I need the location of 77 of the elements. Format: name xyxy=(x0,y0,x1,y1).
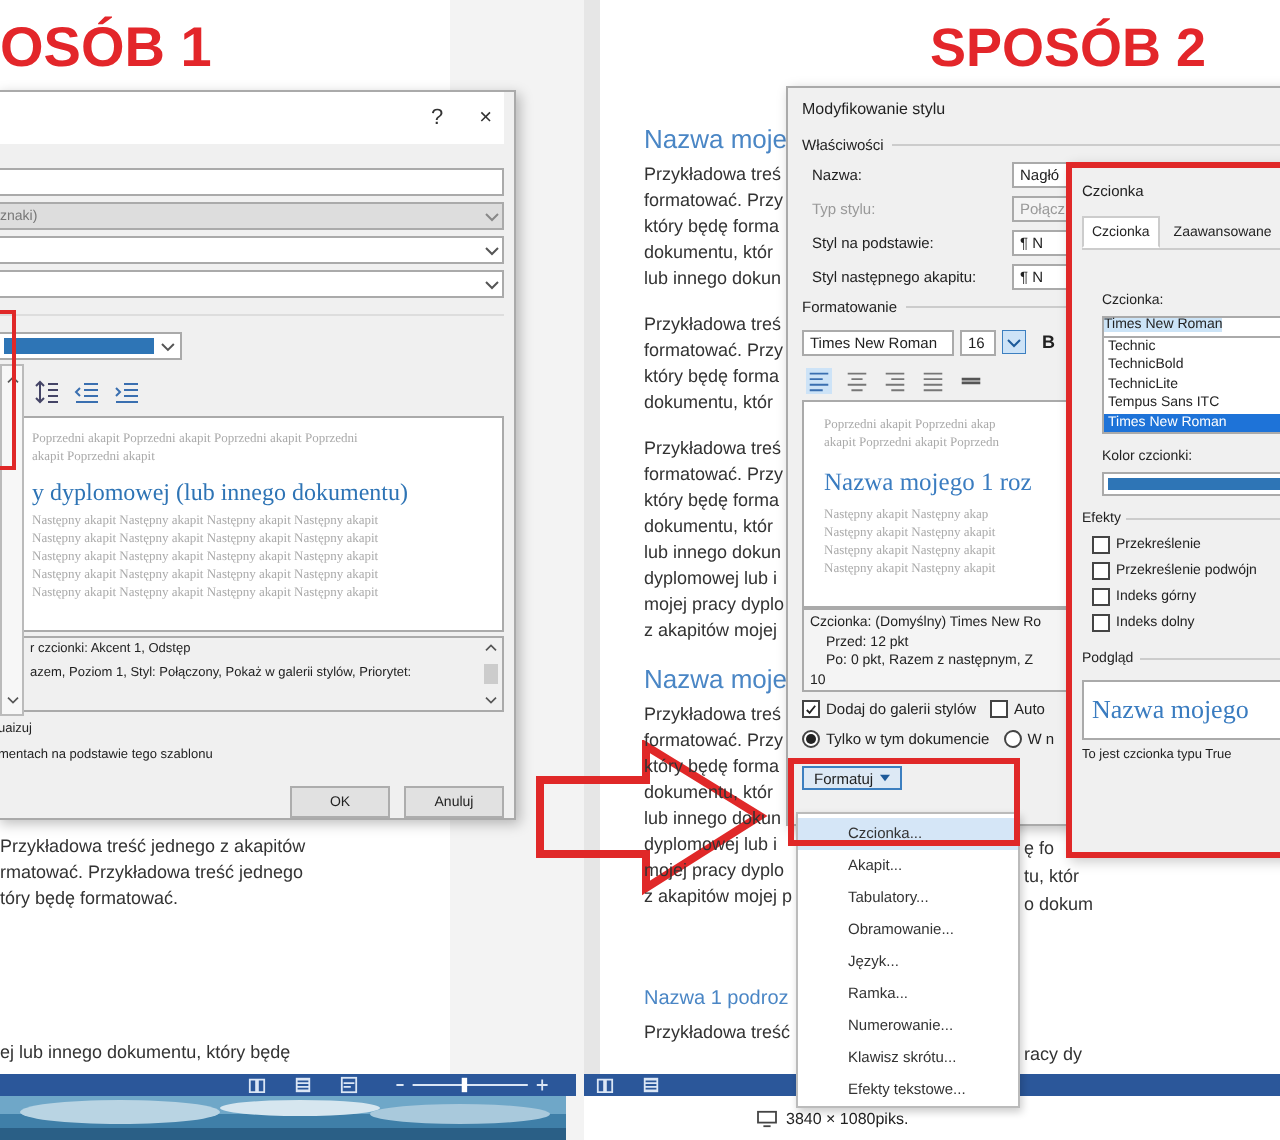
document-text: racy dy xyxy=(1024,1042,1083,1068)
document-text: Przykładowa treś xyxy=(644,162,784,188)
document-text: ej lub innego dokumentu, który będę xyxy=(0,1040,291,1066)
scroll-down-icon[interactable] xyxy=(484,696,498,706)
align-left-icon[interactable] xyxy=(806,367,832,393)
document-text: Przykładowa treś xyxy=(644,436,784,462)
monitor-icon xyxy=(756,1109,778,1127)
document-text: tu, któr xyxy=(1024,864,1080,890)
preview-heading: y dyplomowej (lub innego dokumentu) xyxy=(32,478,410,508)
chevron-icon xyxy=(160,338,176,354)
align-right-icon[interactable] xyxy=(882,367,908,393)
document-heading: Nazwa moje xyxy=(644,664,790,696)
align-center-icon[interactable] xyxy=(844,367,870,393)
document-text: formatować. Przy xyxy=(644,462,786,488)
scroll-up-icon[interactable] xyxy=(484,642,498,652)
color-dropdown[interactable] xyxy=(0,332,182,360)
input-field[interactable] xyxy=(0,168,504,196)
line-spacing-icon[interactable] xyxy=(34,380,58,404)
book-icon[interactable] xyxy=(596,1076,614,1094)
document-text: rmatować. Przykładowa treść jednego xyxy=(0,860,306,886)
document-text: Przykładowa treś xyxy=(644,312,784,338)
document-text: dyplomowej lub i xyxy=(644,566,780,592)
dropdown-list[interactable] xyxy=(0,364,24,716)
image-size-text: 3840 × 1080piks. xyxy=(786,1109,909,1127)
help-button[interactable]: ? xyxy=(430,106,444,130)
checkbox[interactable] xyxy=(990,700,1009,718)
checkbox[interactable] xyxy=(1092,614,1110,633)
document-text: Przykładowa treść xyxy=(644,1020,793,1046)
checkbox[interactable] xyxy=(1092,562,1110,581)
chevron-icon[interactable] xyxy=(1002,330,1026,354)
chevron-icon xyxy=(484,208,500,224)
caret-icon xyxy=(879,774,890,782)
book-icon[interactable] xyxy=(248,1076,266,1094)
decrease-indent-icon[interactable] xyxy=(74,380,98,404)
scroll-down-icon[interactable] xyxy=(5,696,19,706)
document-text: formatować. Przy xyxy=(644,728,786,754)
page-icon[interactable] xyxy=(642,1076,660,1094)
document-text: formatować. Przy xyxy=(644,188,786,214)
web-layout-icon[interactable] xyxy=(340,1076,358,1094)
document-text: który będę forma xyxy=(644,214,782,240)
checkbox[interactable] xyxy=(802,700,820,718)
document-text: z akapitów mojej xyxy=(644,618,780,644)
chevron-icon xyxy=(484,276,500,292)
document-heading: Nazwa moje xyxy=(644,124,790,156)
document-text: ę fo xyxy=(1024,836,1055,862)
radio-button[interactable] xyxy=(802,730,820,748)
preview-heading: Nazwa mojego 1 roz xyxy=(824,468,1032,498)
document-text: z akapitów mojej p xyxy=(644,884,793,910)
increase-indent-icon[interactable] xyxy=(114,380,138,404)
document-text: lub innego dokun xyxy=(644,266,784,292)
document-text: dokumentu, któr xyxy=(644,390,776,416)
page-icon[interactable] xyxy=(294,1076,312,1094)
document-text: tóry będę formatować. xyxy=(0,886,181,912)
document-text: Przykładowa treść jednego z akapitów xyxy=(0,834,306,860)
document-text: mojej pracy dyplo xyxy=(644,592,787,618)
radio-button[interactable] xyxy=(1003,730,1022,748)
heading: SPOSÓB 2 xyxy=(930,16,1207,80)
checkbox[interactable] xyxy=(1092,536,1110,555)
document-text: który będę forma xyxy=(644,488,782,514)
close-button[interactable]: × xyxy=(479,106,492,130)
color-dropdown[interactable] xyxy=(1102,472,1280,497)
document-text: dokumentu, któr xyxy=(644,240,776,266)
bold-button[interactable]: B xyxy=(1042,332,1055,352)
heading: OSÓB 1 xyxy=(0,16,212,80)
chevron-icon xyxy=(484,242,500,258)
document-text: o dokum xyxy=(1024,892,1094,918)
preview-text: Nazwa mojego xyxy=(1092,694,1249,727)
document-text: Przykładowa treś xyxy=(644,702,784,728)
document-heading: Nazwa 1 podroz xyxy=(644,986,791,1014)
document-text: formatować. Przy xyxy=(644,338,786,364)
document-text: który będę forma xyxy=(644,364,782,390)
justify-icon[interactable] xyxy=(920,367,946,393)
document-text: dokumentu, któr xyxy=(644,514,776,540)
document-text: lub innego dokun xyxy=(644,540,784,566)
window-title: Modyfikowanie stylu xyxy=(802,98,948,122)
scroll-up-icon[interactable] xyxy=(5,374,19,384)
checkbox[interactable] xyxy=(1092,588,1110,607)
